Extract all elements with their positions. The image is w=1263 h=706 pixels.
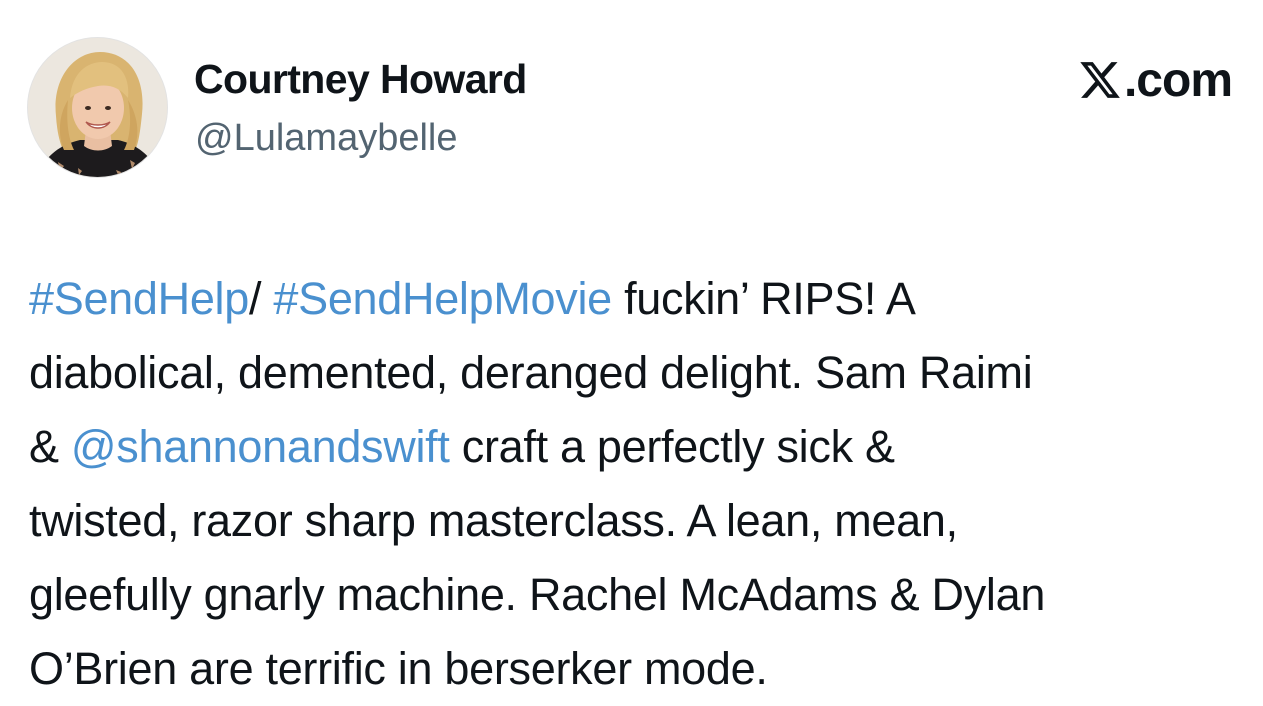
x-logo-icon	[1080, 62, 1120, 98]
tweet-text: #SendHelp/ #SendHelpMovie fuckin’ RIPS! …	[29, 262, 1254, 706]
mention-link[interactable]: @shannonandswift	[71, 421, 450, 472]
author-name[interactable]: Courtney Howard	[194, 56, 527, 103]
tweet-text-segment: diabolical, demented, deranged delight. …	[29, 347, 1033, 398]
tweet-text-segment: &	[29, 421, 71, 472]
hashtag-link[interactable]: #SendHelpMovie	[273, 273, 612, 324]
tweet-line: diabolical, demented, deranged delight. …	[29, 336, 1254, 410]
tweet-text-segment: O’Brien are terrific in berserker mode.	[29, 643, 768, 694]
tweet-text-segment: /	[248, 273, 274, 324]
hashtag-link[interactable]: #SendHelp	[29, 273, 249, 324]
profile-photo-icon	[28, 38, 167, 177]
tweet-text-segment: fuckin’ RIPS! A	[611, 273, 916, 324]
tweet-line: #SendHelp/ #SendHelpMovie fuckin’ RIPS! …	[29, 262, 1254, 336]
tweet-line: gleefully gnarly machine. Rachel McAdams…	[29, 558, 1254, 632]
tweet-text-segment: gleefully gnarly machine. Rachel McAdams…	[29, 569, 1046, 620]
author-handle[interactable]: @Lulamaybelle	[195, 117, 458, 160]
tweet-line: O’Brien are terrific in berserker mode.	[29, 632, 1254, 706]
brand-logo: .com	[1078, 52, 1233, 108]
avatar[interactable]	[27, 37, 168, 178]
tweet-text-segment: twisted, razor sharp masterclass. A lean…	[29, 495, 958, 546]
tweet-line: & @shannonandswift craft a perfectly sic…	[29, 410, 1254, 484]
brand-suffix: .com	[1123, 53, 1233, 107]
tweet-text-segment: craft a perfectly sick &	[449, 421, 895, 472]
tweet-line: twisted, razor sharp masterclass. A lean…	[29, 484, 1254, 558]
tweet-card: Courtney Howard @Lulamaybelle .com #Send…	[0, 0, 1263, 694]
